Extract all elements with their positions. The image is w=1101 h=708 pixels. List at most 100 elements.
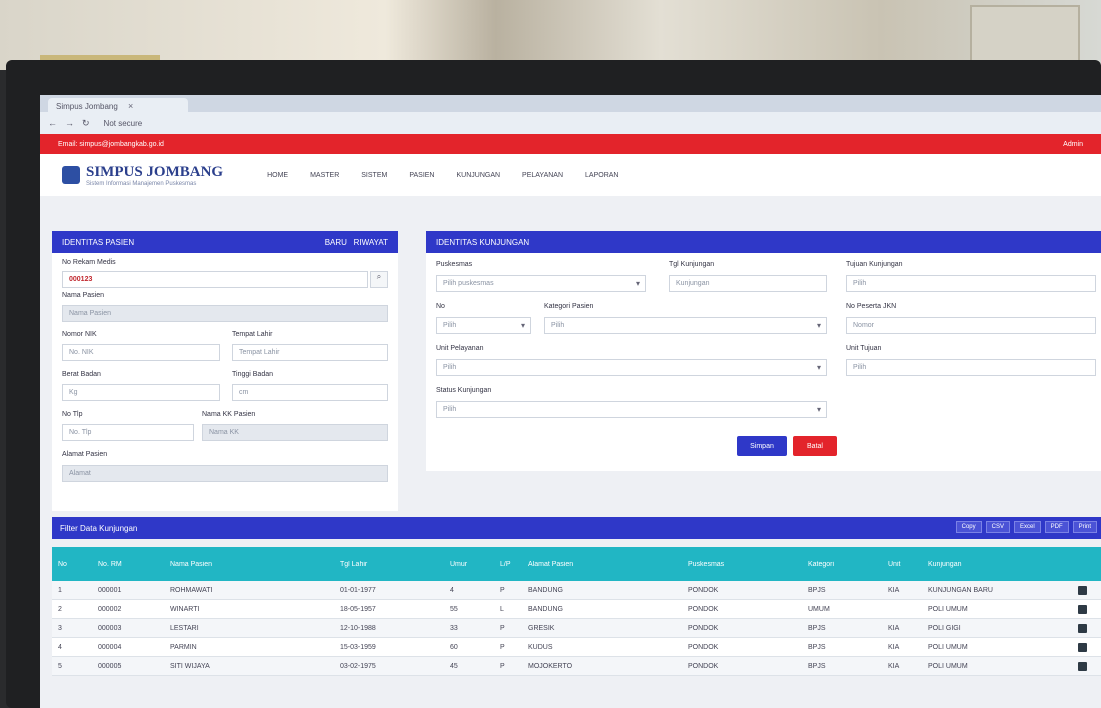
export-print-button[interactable]: Print: [1072, 521, 1097, 533]
visits-table: No No. RM Nama Pasien Tgl Lahir Umur L/P…: [52, 547, 1101, 676]
col-rm[interactable]: No. RM: [92, 561, 164, 568]
unit-select[interactable]: Pilih ▾: [436, 359, 827, 376]
col-nama[interactable]: Nama Pasien: [164, 561, 334, 568]
col-alamat[interactable]: Alamat Pasien: [522, 561, 682, 568]
nama-label: Nama Pasien: [62, 292, 105, 299]
cell: PONDOK: [688, 662, 719, 670]
cell: 01-01-1977: [340, 586, 376, 594]
edit-icon[interactable]: [1078, 623, 1087, 633]
col-lp[interactable]: L/P: [494, 561, 522, 568]
table-row[interactable]: 4 000004 PARMIN 15-03-1959 60 P KUDUS PO…: [52, 638, 1101, 657]
edit-icon[interactable]: [1078, 585, 1087, 595]
nav-sistem[interactable]: SISTEM: [361, 172, 387, 179]
table-row[interactable]: 2 000002 WINARTI 18-05-1957 55 L BANDUNG…: [52, 600, 1101, 619]
search-icon[interactable]: ⌕: [370, 271, 388, 288]
kk-input[interactable]: Nama KK: [202, 424, 388, 441]
cell: PARMIN: [170, 643, 197, 651]
nav-laporan[interactable]: LAPORAN: [585, 172, 618, 179]
telp-input[interactable]: No. Tlp: [62, 424, 194, 441]
cell: KIA: [888, 662, 900, 670]
export-excel-button[interactable]: Excel: [1013, 521, 1041, 533]
chevron-down-icon: ▾: [635, 279, 640, 288]
cell: 000002: [98, 605, 122, 613]
cell: PONDOK: [688, 586, 719, 594]
alamat-label: Alamat Pasien: [62, 451, 108, 458]
table-header: No No. RM Nama Pasien Tgl Lahir Umur L/P…: [52, 547, 1101, 581]
no-select[interactable]: Pilih ▾: [436, 317, 531, 334]
kategori-label: Kategori Pasien: [544, 303, 594, 310]
screen: Simpus Jombang × ← → ↻ Not secure Email:…: [40, 95, 1101, 708]
nav-pelayanan[interactable]: PELAYANAN: [522, 172, 563, 179]
tempat-input[interactable]: Tempat Lahir: [232, 344, 388, 361]
address-bar-row: ← → ↻ Not secure: [40, 112, 1101, 134]
contact-info: Email: simpus@jombangkab.go.id: [58, 140, 164, 148]
edit-icon[interactable]: [1078, 604, 1087, 614]
new-patient-link[interactable]: BARU: [325, 238, 347, 247]
cell: 18-05-1957: [340, 605, 376, 613]
cell: 000003: [98, 624, 122, 632]
nav-kunjungan[interactable]: KUNJUNGAN: [456, 172, 500, 179]
col-kategori[interactable]: Kategori: [802, 561, 882, 568]
cell: UMUM: [808, 605, 830, 613]
url-field[interactable]: Not secure: [98, 117, 1093, 130]
forward-icon[interactable]: →: [65, 118, 74, 128]
user-menu[interactable]: Admin: [1063, 141, 1083, 148]
table-row[interactable]: 5 000005 SITI WIJAYA 03-02-1975 45 P MOJ…: [52, 657, 1101, 676]
close-icon[interactable]: ×: [128, 101, 133, 111]
reload-icon[interactable]: ↻: [82, 118, 90, 129]
col-no[interactable]: No: [52, 561, 92, 568]
cell: 33: [450, 624, 458, 632]
cancel-button[interactable]: Batal: [793, 436, 837, 456]
col-kunjungan[interactable]: Kunjungan: [922, 561, 1072, 568]
tgl-input[interactable]: Kunjungan: [669, 275, 827, 292]
save-button[interactable]: Simpan: [737, 436, 787, 456]
faskes-select[interactable]: Pilih puskesmas ▾: [436, 275, 646, 292]
export-pdf-button[interactable]: PDF: [1044, 521, 1069, 533]
col-unit[interactable]: Unit: [882, 561, 922, 568]
cell: BANDUNG: [528, 605, 564, 613]
nav-pasien[interactable]: PASIEN: [409, 172, 434, 179]
cell: 5: [58, 662, 62, 670]
table-row[interactable]: 1 000001 ROHMAWATI 01-01-1977 4 P BANDUN…: [52, 581, 1101, 600]
cell: 45: [450, 662, 458, 670]
cell: KUNJUNGAN BARU: [928, 586, 993, 594]
export-copy-button[interactable]: Copy: [955, 521, 982, 533]
nav-master[interactable]: MASTER: [310, 172, 339, 179]
cell: PONDOK: [688, 624, 719, 632]
nav-home[interactable]: HOME: [267, 172, 288, 179]
export-csv-button[interactable]: CSV: [985, 521, 1010, 533]
col-puskesmas[interactable]: Puskesmas: [682, 561, 802, 568]
col-tgl[interactable]: Tgl Lahir: [334, 561, 444, 568]
cell: 3: [58, 624, 62, 632]
nopeserta-input[interactable]: Nomor: [846, 317, 1096, 334]
edit-icon[interactable]: [1078, 642, 1087, 652]
table-row[interactable]: 3 000003 LESTARI 12-10-1988 33 P GRESIK …: [52, 619, 1101, 638]
cell: KIA: [888, 586, 900, 594]
berat-input[interactable]: Kg: [62, 384, 220, 401]
status-select[interactable]: Pilih ▾: [436, 401, 827, 418]
history-link[interactable]: RIWAYAT: [354, 238, 388, 247]
col-umur[interactable]: Umur: [444, 561, 494, 568]
cell: KIA: [888, 624, 900, 632]
alamat-input[interactable]: Alamat: [62, 465, 388, 482]
cell: LESTARI: [170, 624, 199, 632]
unit-label: Unit Pelayanan: [436, 345, 484, 352]
rm-input[interactable]: 000123: [62, 271, 368, 288]
tujuan-select[interactable]: Pilih: [846, 275, 1096, 292]
nik-input[interactable]: No. NIK: [62, 344, 220, 361]
cell: WINARTI: [170, 605, 200, 613]
edit-icon[interactable]: [1078, 661, 1087, 671]
cell: SITI WIJAYA: [170, 662, 210, 670]
back-icon[interactable]: ←: [48, 118, 57, 128]
tinggi-input[interactable]: cm: [232, 384, 388, 401]
cell: KIA: [888, 643, 900, 651]
browser-tab[interactable]: Simpus Jombang ×: [48, 98, 188, 112]
unittujuan-select[interactable]: Pilih: [846, 359, 1096, 376]
export-buttons: Copy CSV Excel PDF Print: [955, 521, 1097, 533]
nama-input[interactable]: Nama Pasien: [62, 305, 388, 322]
cell: P: [500, 643, 505, 651]
kategori-select[interactable]: Pilih ▾: [544, 317, 827, 334]
main-navbar: SIMPUS JOMBANG Sistem Informasi Manajeme…: [40, 154, 1101, 196]
cell: POLI UMUM: [928, 662, 968, 670]
filter-bar: Filter Data Kunjungan Copy CSV Excel PDF…: [52, 517, 1101, 539]
